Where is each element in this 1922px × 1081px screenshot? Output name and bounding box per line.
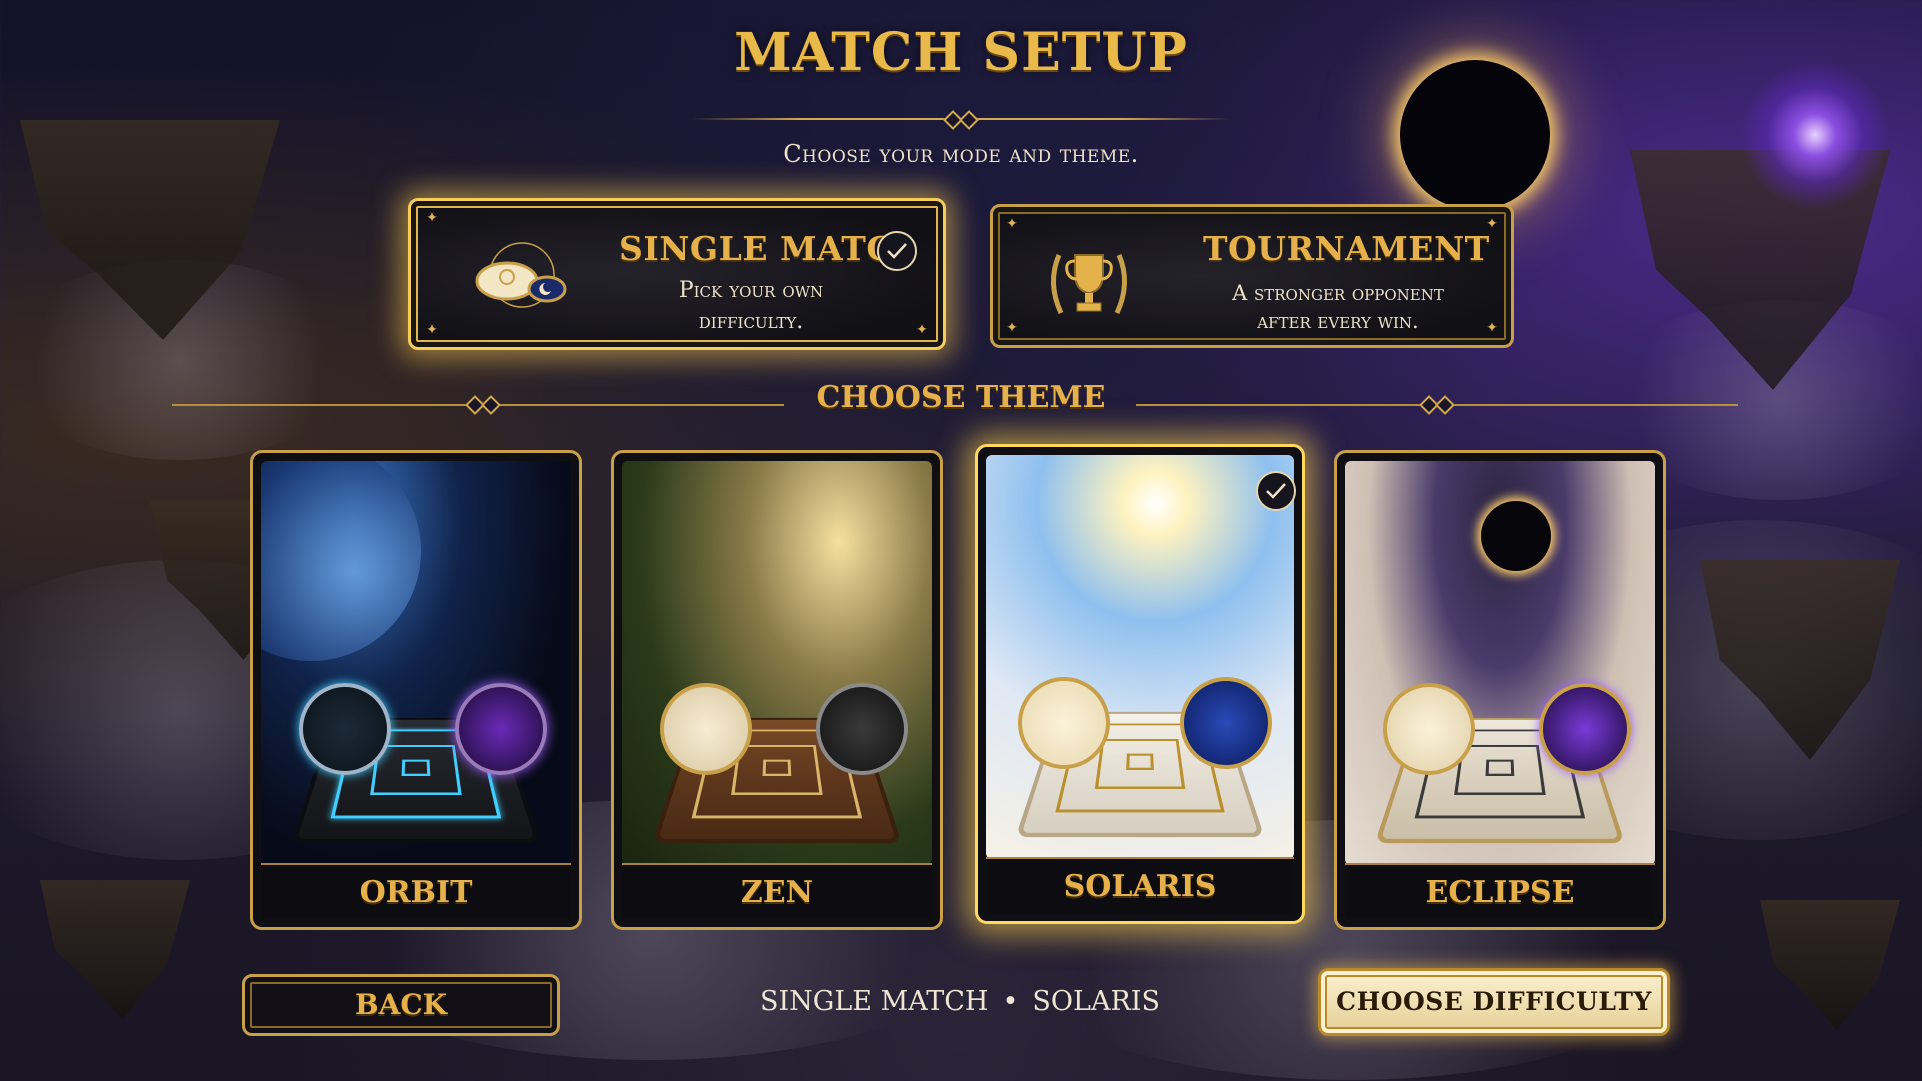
selection-summary: SINGLE MATCH • SOLARIS	[760, 986, 1160, 1017]
mode-card-tournament[interactable]: ✦ ✦ ✦ ✦ TOURNAMENT A stronger opponent a…	[990, 204, 1514, 348]
summary-separator: •	[1002, 986, 1018, 1017]
solaris-theme-artwork	[986, 455, 1294, 859]
star-ornament-icon: ✦	[1005, 321, 1019, 335]
mode-card-single-match[interactable]: ✦ ✦ ✦ SINGLE MATCH Pick your own difficu…	[408, 198, 946, 350]
divider-diamond-icon	[959, 110, 979, 130]
zen-theme-artwork	[622, 461, 932, 865]
back-button[interactable]: BACK	[242, 974, 560, 1036]
mode-title: SINGLE MATCH	[619, 229, 889, 268]
theme-card-solaris[interactable]: SOLARIS	[975, 444, 1305, 924]
sun-moon-pieces-icon	[467, 235, 577, 315]
mode-description: Pick your own difficulty.	[631, 275, 871, 337]
theme-card-orbit[interactable]: ORBIT	[250, 450, 582, 930]
theme-name: ZEN	[622, 875, 932, 910]
star-ornament-icon: ✦	[425, 211, 439, 225]
theme-name: ECLIPSE	[1345, 875, 1655, 910]
page-title: MATCH SETUP	[0, 22, 1922, 83]
selected-check-icon	[877, 231, 917, 271]
orbit-theme-artwork	[261, 461, 571, 865]
page-subtitle: Choose your mode and theme.	[0, 140, 1922, 168]
summary-theme: SOLARIS	[1032, 986, 1160, 1017]
selected-check-icon	[1256, 471, 1296, 511]
theme-card-zen[interactable]: ZEN	[611, 450, 943, 930]
eclipse-theme-artwork	[1345, 461, 1655, 865]
summary-mode: SINGLE MATCH	[760, 986, 988, 1017]
theme-name: SOLARIS	[986, 869, 1294, 904]
mode-description: A stronger opponent after every win.	[1208, 279, 1468, 335]
mode-title: TOURNAMENT	[1203, 229, 1473, 268]
choose-difficulty-button[interactable]: CHOOSE DIFFICULTY	[1318, 968, 1670, 1036]
choose-theme-heading: CHOOSE THEME	[0, 380, 1922, 415]
star-ornament-icon: ✦	[1485, 321, 1499, 335]
trophy-icon	[1041, 233, 1137, 329]
theme-name: ORBIT	[261, 875, 571, 910]
star-ornament-icon: ✦	[425, 323, 439, 337]
star-ornament-icon: ✦	[915, 323, 929, 337]
theme-card-eclipse[interactable]: ECLIPSE	[1334, 450, 1666, 930]
star-ornament-icon: ✦	[1005, 217, 1019, 231]
